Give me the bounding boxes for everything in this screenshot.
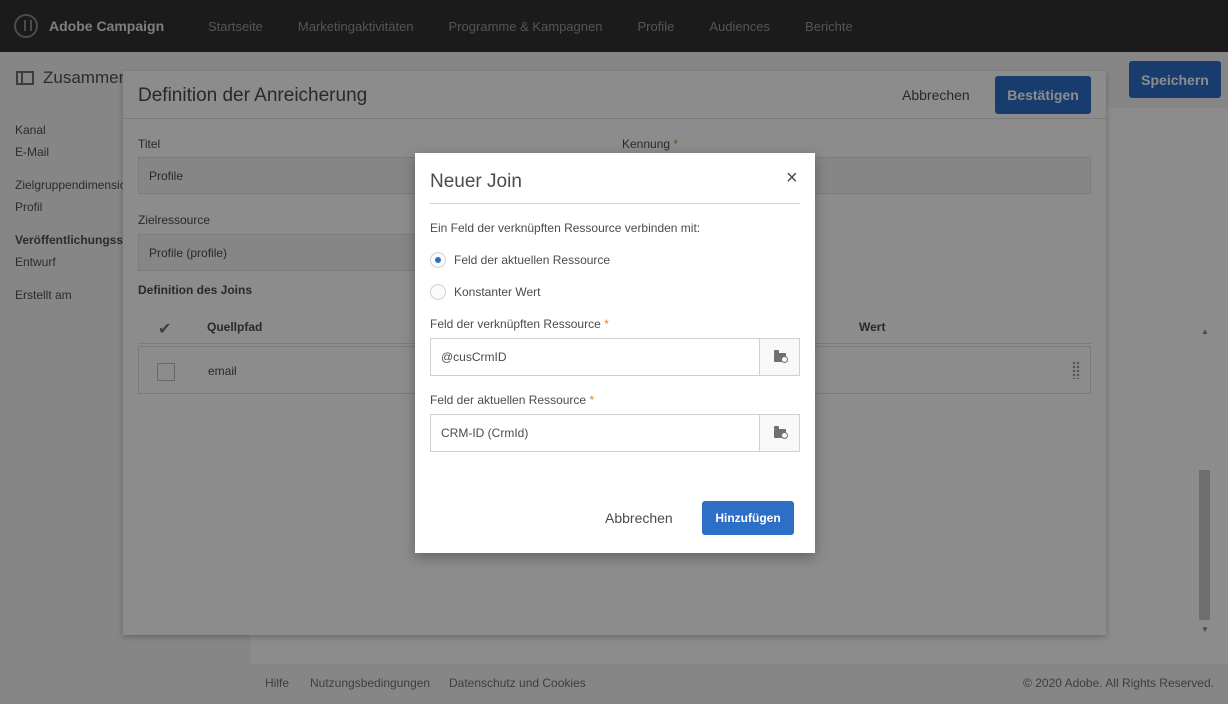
radio-current-resource-label: Feld der aktuellen Ressource — [454, 253, 611, 267]
linked-field-picker-button[interactable] — [759, 338, 800, 376]
close-icon[interactable]: × — [786, 168, 798, 188]
linked-field-label-text: Feld der verknüpften Ressource — [430, 317, 601, 331]
folder-icon — [773, 425, 788, 439]
linked-field-label: Feld der verknüpften Ressource * — [430, 317, 609, 331]
new-join-modal: Neuer Join × Ein Feld der verknüpften Re… — [415, 153, 815, 553]
current-field-picker-button[interactable] — [759, 414, 800, 452]
linked-field-required-marker: * — [604, 317, 609, 331]
radio-button-selected[interactable] — [430, 252, 446, 268]
modal-divider — [430, 203, 800, 204]
linked-resource-field-input[interactable]: @cusCrmID — [430, 338, 760, 376]
current-resource-field-input[interactable]: CRM-ID (CrmId) — [430, 414, 760, 452]
join-description: Ein Feld der verknüpften Ressource verbi… — [430, 221, 701, 235]
modal-cancel-button[interactable]: Abbrechen — [605, 510, 673, 526]
radio-button[interactable] — [430, 284, 446, 300]
current-field-required-marker: * — [589, 393, 595, 407]
folder-icon — [773, 349, 788, 363]
radio-current-resource-field[interactable]: Feld der aktuellen Ressource — [430, 252, 610, 268]
current-field-label-text: Feld der aktuellen Ressource — [430, 393, 587, 407]
radio-constant-value[interactable]: Konstanter Wert — [430, 284, 540, 300]
add-button[interactable]: Hinzufügen — [702, 501, 794, 535]
current-field-label: Feld der aktuellen Ressource * — [430, 393, 594, 407]
modal-title: Neuer Join — [430, 171, 522, 192]
radio-constant-value-label: Konstanter Wert — [454, 285, 541, 299]
